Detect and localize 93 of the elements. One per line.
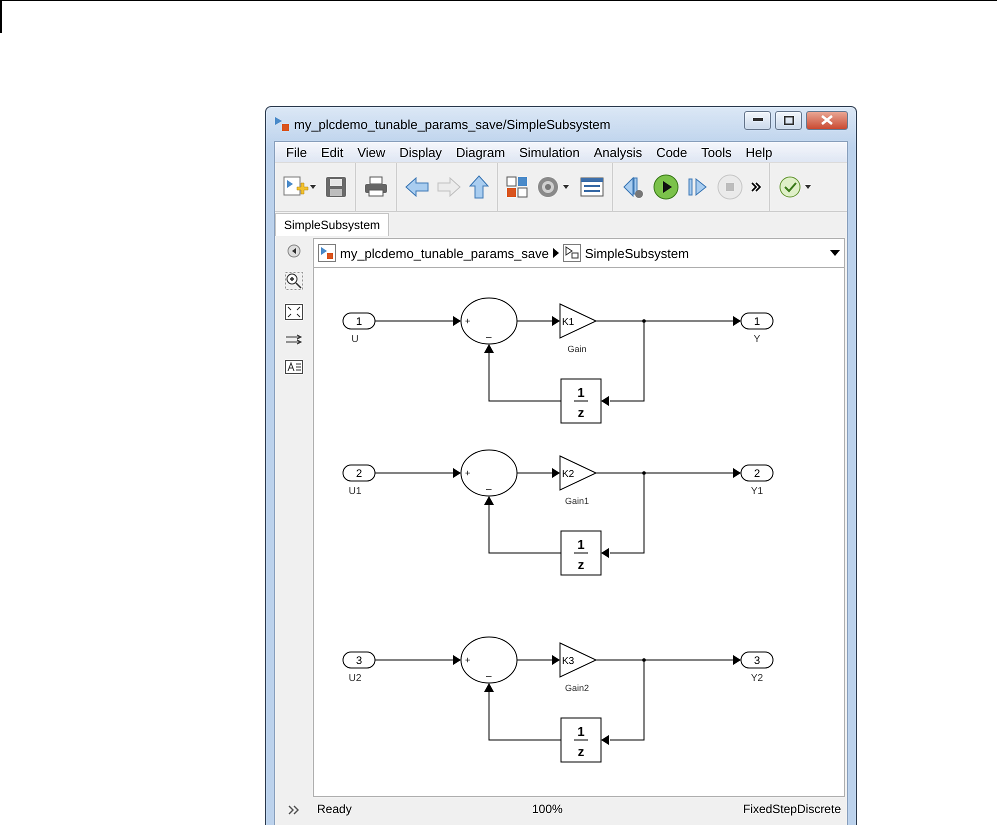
delay-denominator: z bbox=[578, 405, 584, 420]
close-icon bbox=[821, 115, 833, 125]
branch-point bbox=[642, 658, 646, 662]
library-button[interactable] bbox=[506, 174, 528, 200]
check-button[interactable] bbox=[778, 174, 814, 200]
port-label: U1 bbox=[348, 486, 362, 497]
menu-item[interactable]: View bbox=[350, 144, 392, 160]
window-title: my_plcdemo_tunable_params_save/SimpleSubsystem bbox=[294, 116, 612, 132]
menu-item[interactable]: Edit bbox=[314, 144, 350, 160]
delay-numerator: 1 bbox=[577, 724, 585, 739]
separator-icon bbox=[552, 248, 559, 258]
fit-view-icon[interactable] bbox=[285, 304, 303, 320]
dropdown-icon[interactable] bbox=[830, 250, 840, 256]
zoom-icon[interactable] bbox=[285, 272, 303, 290]
port-label: Y2 bbox=[750, 673, 764, 684]
model-icon bbox=[318, 244, 336, 262]
run-button[interactable] bbox=[653, 174, 679, 200]
app-icon bbox=[274, 116, 290, 132]
gain-parameter: K1 bbox=[562, 317, 574, 328]
menu-item[interactable]: Simulation bbox=[512, 144, 587, 160]
annotation-icon[interactable] bbox=[285, 360, 303, 374]
breadcrumb-item[interactable]: SimpleSubsystem bbox=[584, 246, 689, 260]
gain-block[interactable] bbox=[560, 303, 598, 339]
back-button[interactable] bbox=[405, 174, 429, 200]
port-label: U2 bbox=[348, 673, 362, 684]
signal-line bbox=[516, 316, 560, 326]
delay-numerator: 1 bbox=[577, 385, 585, 400]
sum-sign: + bbox=[465, 655, 470, 665]
port-number: 3 bbox=[356, 655, 362, 667]
port-number: 2 bbox=[754, 468, 760, 480]
sum-sign: + bbox=[465, 468, 470, 478]
maximize-button[interactable] bbox=[775, 110, 802, 130]
signal-line bbox=[516, 655, 560, 665]
sum-sign: – bbox=[486, 484, 492, 495]
port-number: 1 bbox=[356, 316, 362, 328]
block-label: Gain2 bbox=[564, 683, 590, 693]
port-number: 1 bbox=[754, 316, 760, 328]
sum-sign: – bbox=[486, 332, 492, 343]
outport-block[interactable] bbox=[740, 464, 774, 482]
gain-parameter: K2 bbox=[562, 469, 574, 480]
port-number: 2 bbox=[356, 468, 362, 480]
inport-block[interactable] bbox=[342, 464, 376, 482]
breadcrumb-item[interactable]: my_plcdemo_tunable_params_save bbox=[340, 246, 549, 260]
settings-button[interactable] bbox=[536, 174, 572, 200]
solver-name: FixedStepDiscrete bbox=[742, 802, 841, 816]
sum-block[interactable] bbox=[460, 636, 518, 684]
sum-sign: – bbox=[486, 671, 492, 682]
sum-block[interactable] bbox=[460, 298, 518, 344]
save-button[interactable] bbox=[325, 174, 347, 200]
block-label: Gain bbox=[568, 344, 586, 354]
up-button[interactable] bbox=[469, 174, 489, 200]
sum-block[interactable] bbox=[460, 450, 518, 496]
menu-item[interactable]: Tools bbox=[694, 144, 739, 160]
delay-block[interactable] bbox=[560, 718, 602, 762]
status-text: Ready bbox=[317, 802, 352, 816]
delay-numerator: 1 bbox=[577, 537, 585, 552]
close-button[interactable] bbox=[806, 110, 848, 130]
port-label: Y bbox=[754, 334, 760, 345]
gain-parameter: K3 bbox=[562, 656, 574, 667]
delay-block[interactable] bbox=[560, 378, 602, 424]
port-label: U bbox=[351, 334, 359, 345]
menu-item[interactable]: File bbox=[279, 144, 314, 160]
menu-item[interactable]: Help bbox=[738, 144, 780, 160]
expand-icon[interactable] bbox=[288, 805, 300, 815]
tab[interactable]: SimpleSubsystem bbox=[275, 213, 390, 236]
delay-denominator: z bbox=[578, 744, 584, 759]
hide-browser-icon[interactable] bbox=[287, 244, 301, 258]
gain-block[interactable] bbox=[560, 455, 598, 491]
minimize-button[interactable] bbox=[744, 110, 771, 130]
outport-block[interactable] bbox=[740, 652, 774, 668]
minimize-icon bbox=[752, 118, 762, 122]
menu-item[interactable]: Analysis bbox=[586, 144, 650, 160]
gain-block[interactable] bbox=[560, 642, 598, 678]
arrows-icon[interactable] bbox=[285, 334, 303, 346]
block-label: Gain1 bbox=[564, 496, 590, 506]
branch-point bbox=[642, 319, 646, 323]
inport-block[interactable] bbox=[342, 652, 376, 668]
delay-denominator: z bbox=[578, 557, 584, 572]
step-back-button[interactable] bbox=[621, 174, 645, 200]
subsystem-icon bbox=[562, 244, 581, 262]
menu-item[interactable]: Display bbox=[392, 144, 449, 160]
zoom-level: 100% bbox=[532, 802, 563, 816]
maximize-icon bbox=[784, 116, 794, 124]
inport-block[interactable] bbox=[342, 312, 376, 330]
menu-item[interactable]: Code bbox=[649, 144, 694, 160]
port-number: 3 bbox=[754, 655, 760, 667]
delay-block[interactable] bbox=[560, 530, 602, 576]
outport-block[interactable] bbox=[740, 312, 774, 330]
signal-line bbox=[516, 468, 560, 478]
menu-item[interactable]: Diagram bbox=[448, 144, 512, 160]
port-label: Y1 bbox=[750, 486, 764, 497]
branch-point bbox=[642, 471, 646, 475]
sum-sign: + bbox=[465, 316, 470, 326]
